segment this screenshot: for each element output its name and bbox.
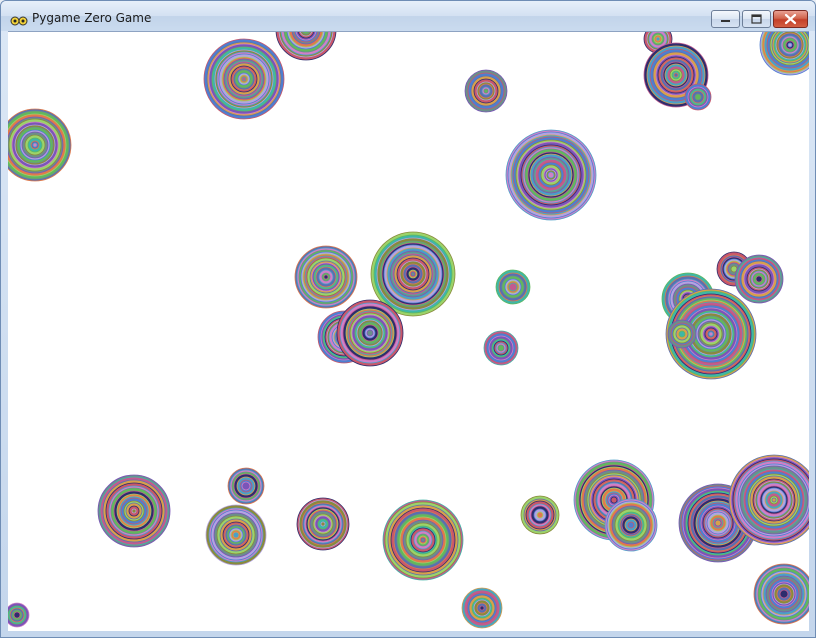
ring-circle bbox=[203, 38, 285, 120]
ring-circle bbox=[734, 254, 784, 304]
ring-circle bbox=[520, 495, 560, 535]
ring-circle bbox=[464, 69, 508, 113]
ring-circle bbox=[684, 83, 712, 111]
ring-circle bbox=[382, 499, 464, 581]
ring-circle bbox=[461, 587, 503, 629]
ring-circle bbox=[294, 245, 358, 309]
game-window: Pygame Zero Game bbox=[0, 0, 816, 638]
ring-circle bbox=[505, 129, 597, 221]
circles-layer bbox=[8, 32, 809, 629]
ring-circle bbox=[753, 563, 809, 625]
app-icon bbox=[10, 11, 28, 26]
ring-circle bbox=[275, 32, 337, 61]
close-icon bbox=[784, 13, 797, 25]
ring-circle bbox=[667, 319, 697, 349]
maximize-button[interactable] bbox=[742, 10, 771, 28]
ring-circle bbox=[8, 108, 72, 182]
ring-circle bbox=[483, 330, 519, 366]
window-title: Pygame Zero Game bbox=[32, 11, 152, 25]
ring-circle bbox=[759, 32, 809, 76]
ring-circle bbox=[205, 504, 267, 566]
maximize-icon bbox=[751, 14, 762, 24]
minimize-button[interactable] bbox=[711, 10, 740, 28]
close-button[interactable] bbox=[773, 10, 808, 28]
ring-circle bbox=[97, 474, 171, 548]
ring-circle bbox=[604, 498, 658, 552]
title-bar[interactable]: Pygame Zero Game bbox=[1, 1, 815, 31]
ring-circle bbox=[227, 467, 265, 505]
ring-circle bbox=[296, 497, 350, 551]
ring-circle bbox=[495, 269, 531, 305]
minimize-icon bbox=[721, 20, 730, 22]
ring-circle bbox=[8, 602, 30, 628]
ring-circle bbox=[336, 299, 404, 367]
game-canvas[interactable] bbox=[8, 31, 809, 631]
